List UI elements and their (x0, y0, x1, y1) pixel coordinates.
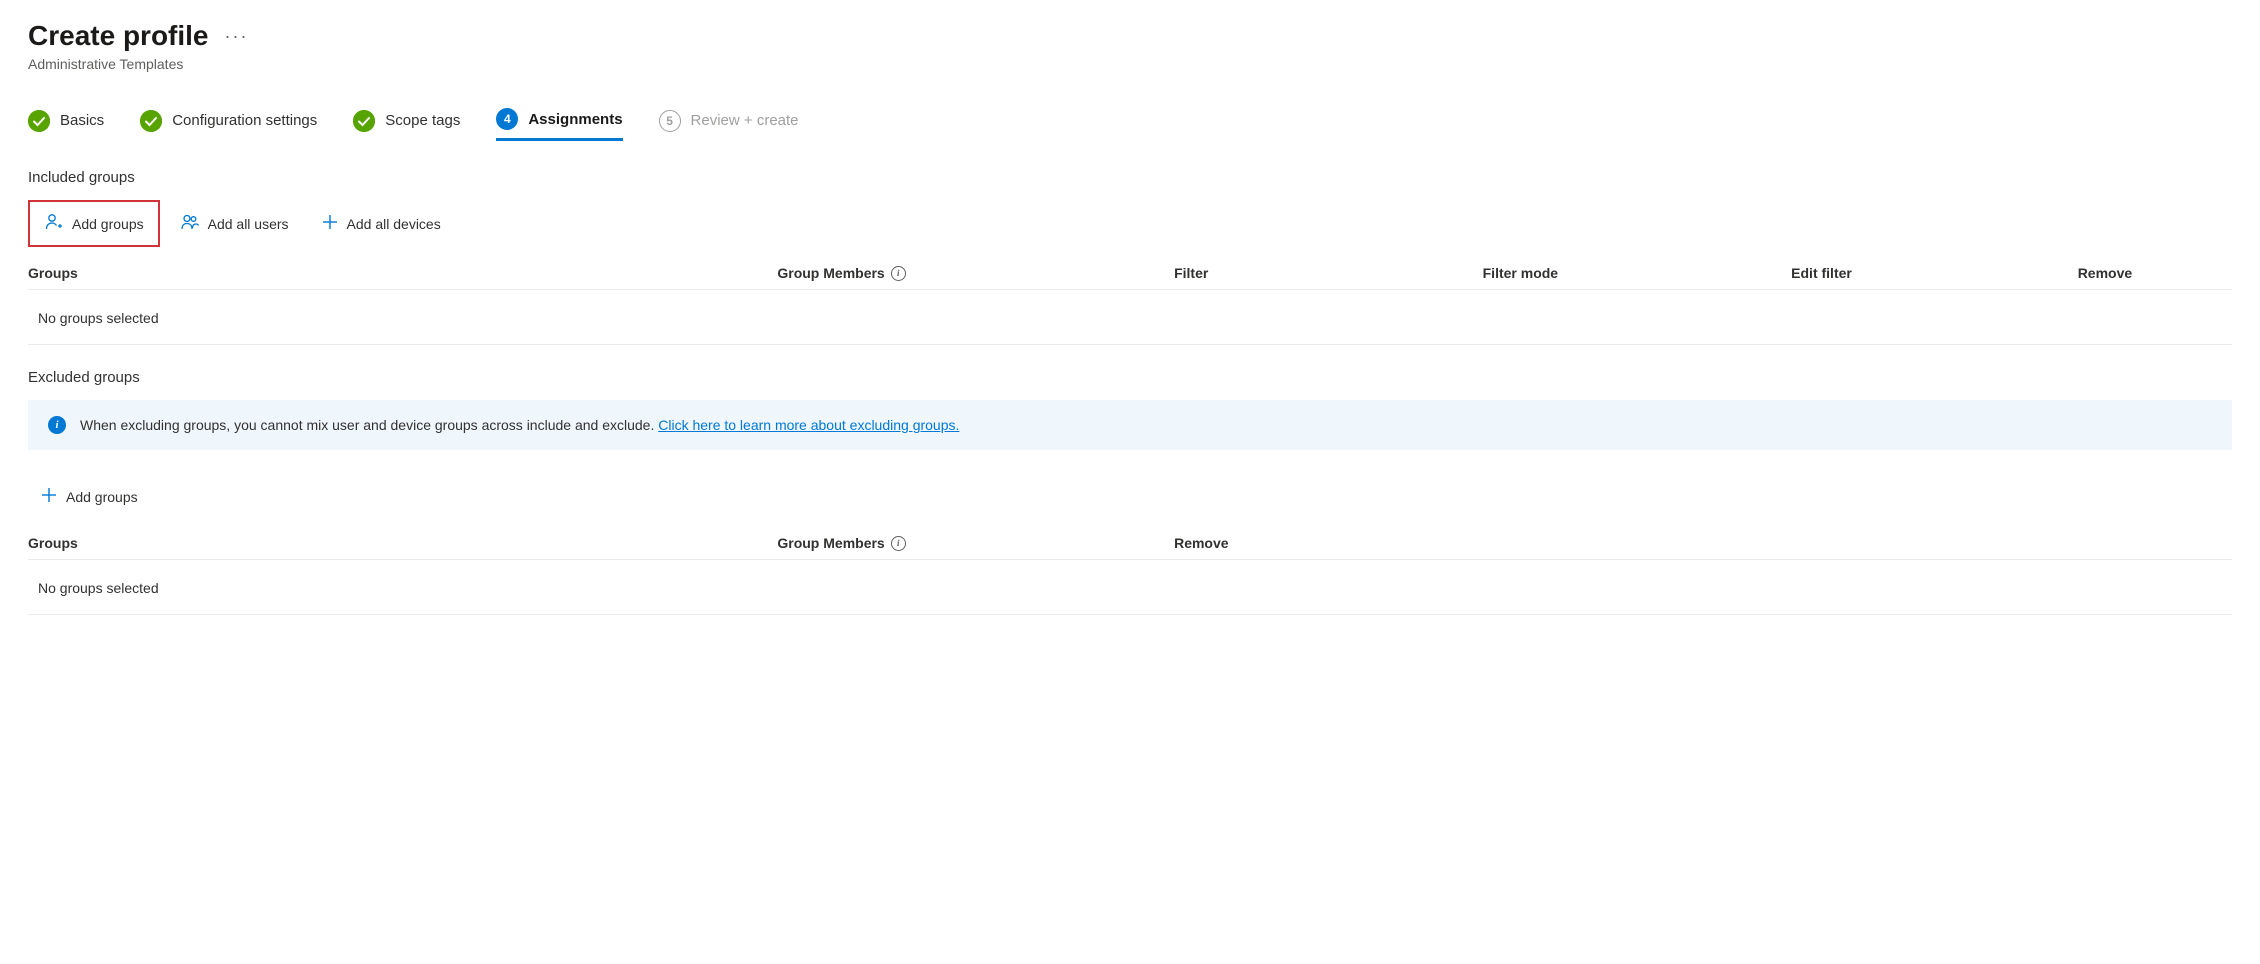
info-icon: i (48, 416, 66, 434)
check-icon (28, 110, 50, 132)
included-groups-title: Included groups (28, 169, 2232, 186)
th-remove: Remove (2078, 265, 2232, 281)
step-label: Scope tags (385, 112, 460, 129)
th-filter-mode: Filter mode (1483, 265, 1792, 281)
th-filter: Filter (1174, 265, 1483, 281)
button-label: Add all devices (347, 216, 441, 232)
add-all-users-button[interactable]: Add all users (168, 200, 301, 247)
info-icon[interactable]: i (891, 266, 906, 281)
th-remove: Remove (1174, 535, 2232, 551)
wizard-steps: Basics Configuration settings Scope tags… (28, 108, 2232, 141)
th-group-members: Group Members i (777, 535, 1174, 551)
excluded-groups-title: Excluded groups (28, 369, 2232, 386)
info-icon[interactable]: i (891, 536, 906, 551)
person-add-icon (44, 212, 64, 235)
th-group-members: Group Members i (777, 265, 1174, 281)
people-icon (180, 212, 200, 235)
step-number-icon: 4 (496, 108, 518, 130)
th-groups: Groups (28, 265, 777, 281)
excluded-table-header: Groups Group Members i Remove (28, 535, 2232, 560)
step-label: Basics (60, 112, 104, 129)
add-groups-excluded-button[interactable]: Add groups (28, 478, 150, 515)
included-empty-row: No groups selected (28, 300, 2232, 345)
info-box: i When excluding groups, you cannot mix … (28, 400, 2232, 450)
th-edit-filter: Edit filter (1791, 265, 2078, 281)
step-config-settings[interactable]: Configuration settings (140, 108, 317, 141)
page-title: Create profile (28, 20, 209, 52)
more-icon[interactable]: ··· (225, 26, 249, 47)
included-table-header: Groups Group Members i Filter Filter mod… (28, 265, 2232, 290)
step-label: Review + create (691, 112, 799, 129)
page-subtitle: Administrative Templates (28, 56, 2232, 72)
step-label: Configuration settings (172, 112, 317, 129)
info-text: When excluding groups, you cannot mix us… (80, 417, 959, 433)
step-number-icon: 5 (659, 110, 681, 132)
check-icon (140, 110, 162, 132)
button-label: Add groups (72, 216, 144, 232)
th-groups: Groups (28, 535, 777, 551)
add-all-devices-button[interactable]: Add all devices (309, 200, 453, 247)
button-label: Add groups (66, 489, 138, 505)
add-groups-button[interactable]: Add groups (28, 200, 160, 247)
included-action-row: Add groups Add all users Add all devices (28, 200, 2232, 247)
plus-icon (321, 213, 339, 234)
button-label: Add all users (208, 216, 289, 232)
check-icon (353, 110, 375, 132)
step-review-create[interactable]: 5 Review + create (659, 108, 799, 141)
step-assignments[interactable]: 4 Assignments (496, 108, 622, 141)
step-basics[interactable]: Basics (28, 108, 104, 141)
info-link[interactable]: Click here to learn more about excluding… (658, 417, 959, 433)
excluded-empty-row: No groups selected (28, 570, 2232, 615)
plus-icon (40, 486, 58, 507)
step-scope-tags[interactable]: Scope tags (353, 108, 460, 141)
step-label: Assignments (528, 111, 622, 128)
